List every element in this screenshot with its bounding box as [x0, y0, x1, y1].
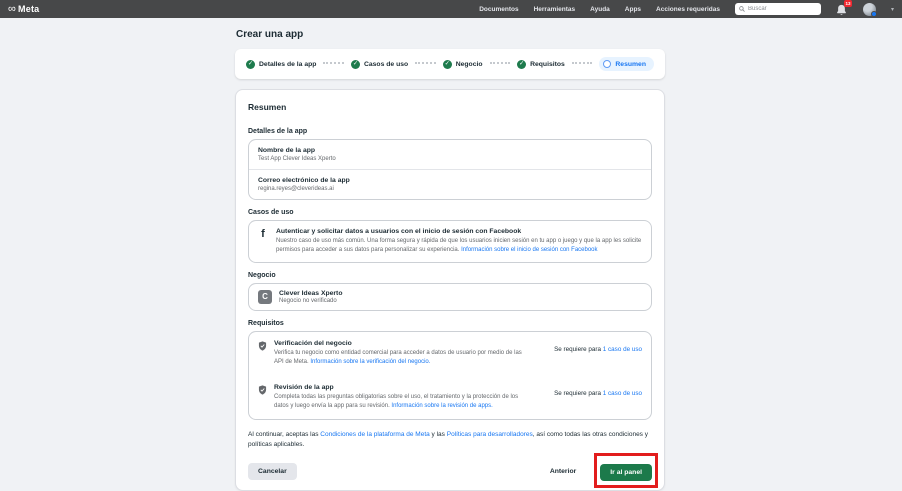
- check-icon: ✓: [443, 60, 452, 69]
- go-to-dashboard-button[interactable]: Ir al panel: [600, 464, 652, 481]
- platform-terms-link[interactable]: Condiciones de la plataforma de Meta: [320, 431, 429, 438]
- main-content: Crear una app ✓ Detalles de la app ✓ Cas…: [235, 18, 665, 491]
- cancel-button[interactable]: Cancelar: [248, 463, 297, 480]
- use-cases-box: f Autenticar y solicitar datos a usuario…: [248, 220, 652, 263]
- use-case-count-link[interactable]: 1 caso de uso: [603, 390, 642, 397]
- step-detalles-de-la-app[interactable]: ✓ Detalles de la app: [246, 60, 316, 69]
- requirement-title: Revisión de la app: [274, 384, 532, 391]
- step-requisitos[interactable]: ✓ Requisitos: [517, 60, 565, 69]
- legal-text: Al continuar, aceptas las Condiciones de…: [248, 430, 652, 450]
- meta-logo[interactable]: ∞ Meta: [8, 4, 39, 15]
- nav-item-ayuda[interactable]: Ayuda: [590, 6, 610, 13]
- chevron-down-icon[interactable]: ▾: [891, 6, 894, 13]
- check-icon: ✓: [517, 60, 526, 69]
- app-email-value: regina.reyes@cleverideas.ai: [258, 186, 642, 192]
- app-details-box: Nombre de la app Test App Clever Ideas X…: [248, 139, 652, 200]
- search-input[interactable]: [748, 6, 817, 12]
- step-negocio[interactable]: ✓ Negocio: [443, 60, 483, 69]
- previous-button[interactable]: Anterior: [540, 463, 586, 480]
- requirement-usage: Se requiere para 1 caso de uso: [554, 384, 642, 397]
- use-case-row: f Autenticar y solicitar datos a usuario…: [249, 221, 651, 262]
- use-case-title: Autenticar y solicitar datos a usuarios …: [276, 228, 642, 235]
- nav-item-documentos[interactable]: Documentos: [479, 6, 518, 13]
- use-case-count-link[interactable]: 1 caso de uso: [603, 346, 642, 353]
- nav-item-acciones-requeridas[interactable]: Acciones requeridas: [656, 6, 720, 13]
- notification-badge: 13: [844, 0, 852, 7]
- business-row: C Clever Ideas Xperto Negocio no verific…: [249, 284, 651, 310]
- nav-item-herramientas[interactable]: Herramientas: [534, 6, 576, 13]
- section-label-use-cases: Casos de uso: [248, 209, 652, 216]
- requirement-usage: Se requiere para 1 caso de uso: [554, 340, 642, 353]
- section-label-business: Negocio: [248, 272, 652, 279]
- current-step-circle-icon: [603, 60, 611, 68]
- app-name-row: Nombre de la app Test App Clever Ideas X…: [249, 140, 651, 169]
- requirement-title: Verificación del negocio: [274, 340, 532, 347]
- footer-button-bar: Cancelar Anterior Ir al panel: [248, 461, 652, 481]
- app-name-value: Test App Clever Ideas Xperto: [258, 156, 642, 162]
- business-name: Clever Ideas Xperto: [279, 290, 342, 297]
- notifications-button[interactable]: 13: [836, 3, 848, 15]
- search-box[interactable]: [735, 3, 821, 15]
- shield-icon: [258, 385, 267, 395]
- step-casos-de-uso[interactable]: ✓ Casos de uso: [351, 60, 408, 69]
- section-label-requirements: Requisitos: [248, 320, 652, 327]
- check-icon: ✓: [246, 60, 255, 69]
- step-divider-dots: [415, 62, 436, 64]
- page-title: Crear una app: [236, 29, 665, 40]
- facebook-icon: f: [258, 229, 268, 255]
- shield-icon: [258, 341, 267, 351]
- facebook-login-info-link[interactable]: Información sobre el inicio de sesión co…: [461, 247, 597, 253]
- step-divider-dots: [323, 62, 344, 64]
- meta-brand-label: Meta: [18, 4, 39, 14]
- app-email-label: Correo electrónico de la app: [258, 177, 642, 184]
- business-box: C Clever Ideas Xperto Negocio no verific…: [248, 283, 652, 311]
- use-case-description: Nuestro caso de uso más común. Una forma…: [276, 237, 642, 255]
- requirement-description: Verifica tu negocio como entidad comerci…: [274, 349, 532, 368]
- app-review-info-link[interactable]: Información sobre la revisión de apps.: [391, 403, 492, 409]
- meta-infinity-icon: ∞: [8, 4, 16, 15]
- section-label-app-details: Detalles de la app: [248, 128, 652, 135]
- profile-avatar[interactable]: [863, 3, 876, 16]
- wizard-stepper: ✓ Detalles de la app ✓ Casos de uso ✓ Ne…: [235, 49, 665, 79]
- requirement-description: Completa todas las preguntas obligatoria…: [274, 393, 532, 412]
- summary-card: Resumen Detalles de la app Nombre de la …: [235, 89, 665, 491]
- app-name-label: Nombre de la app: [258, 147, 642, 154]
- nav-item-apps[interactable]: Apps: [625, 6, 641, 13]
- app-email-row: Correo electrónico de la app regina.reye…: [249, 169, 651, 199]
- requirement-row-app-review: Revisión de la app Completa todas las pr…: [249, 376, 651, 420]
- step-divider-dots: [572, 62, 593, 64]
- developer-policies-link[interactable]: Políticas para desarrolladores: [447, 431, 533, 438]
- step-resumen-current[interactable]: Resumen: [599, 57, 654, 71]
- top-navbar: ∞ Meta Documentos Herramientas Ayuda App…: [0, 0, 902, 18]
- search-icon: [739, 6, 745, 12]
- step-divider-dots: [490, 62, 511, 64]
- requirements-box: Verificación del negocio Verifica tu neg…: [248, 331, 652, 420]
- check-icon: ✓: [351, 60, 360, 69]
- business-verification-info-link[interactable]: Información sobre la verificación del ne…: [310, 359, 430, 365]
- requirement-row-business-verification: Verificación del negocio Verifica tu neg…: [249, 332, 651, 376]
- summary-title: Resumen: [248, 102, 652, 112]
- business-status: Negocio no verificado: [279, 298, 342, 304]
- avatar-status-icon: [871, 11, 877, 17]
- business-avatar: C: [258, 290, 272, 304]
